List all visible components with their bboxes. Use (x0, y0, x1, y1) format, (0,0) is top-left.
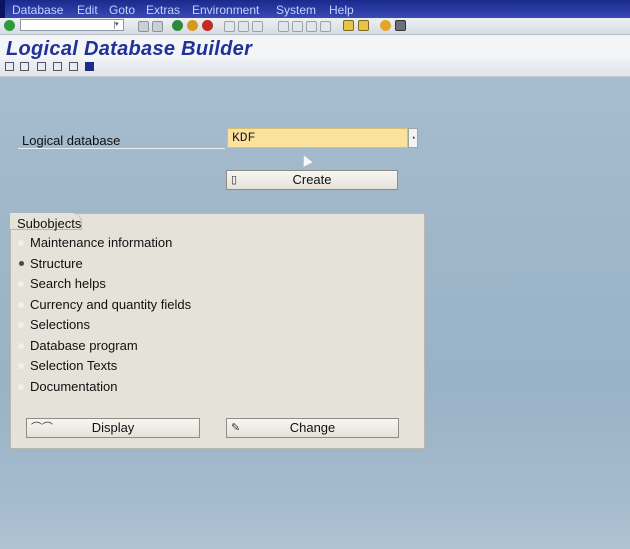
logical-database-input[interactable]: KDF (227, 128, 408, 148)
radio-label: Database program (30, 338, 138, 353)
exit-icon[interactable] (187, 20, 198, 31)
radio-button[interactable] (18, 363, 24, 369)
help-icon[interactable] (380, 20, 391, 31)
command-dropdown-icon[interactable]: ▾ (114, 21, 121, 29)
radio-button[interactable] (18, 281, 24, 287)
print-icon[interactable] (152, 21, 163, 32)
save-icon[interactable] (138, 21, 149, 32)
find-icon[interactable] (224, 21, 235, 32)
radio-label: Documentation (30, 379, 118, 394)
subobjects-title: Subobjects (17, 216, 82, 231)
display-button[interactable]: ⌒⌒ Display (26, 418, 200, 438)
create-button-label: Create (292, 172, 332, 187)
menu-bar: Database Edit Goto Extras Environment Sy… (0, 0, 630, 18)
copy-icon[interactable] (53, 62, 62, 71)
customize-layout-icon[interactable] (395, 20, 406, 31)
cancel-icon[interactable] (202, 20, 213, 31)
radio-button-selected[interactable] (19, 261, 24, 266)
previous-page-icon[interactable] (278, 21, 289, 32)
other-object-icon[interactable] (5, 62, 14, 71)
sap-logo-corner (0, 0, 5, 18)
shortcut-icon[interactable] (358, 20, 369, 31)
radio-button[interactable] (18, 322, 24, 328)
logical-database-label: Logical database (22, 133, 121, 148)
next-page-icon[interactable] (292, 21, 303, 32)
new-document-icon: ▯ (231, 174, 238, 186)
menu-help[interactable]: Help (329, 3, 354, 17)
search-help-icon[interactable]: ◔ (408, 128, 418, 148)
glasses-icon: ⌒⌒ (31, 422, 53, 434)
radio-label: Maintenance information (30, 235, 173, 250)
menu-edit[interactable]: Edit (77, 3, 98, 17)
radio-button[interactable] (18, 240, 24, 246)
background-fade (0, 505, 630, 549)
radio-label: Selection Texts (30, 358, 118, 373)
radio-label: Selections (30, 317, 90, 332)
find-next-icon[interactable] (238, 21, 249, 32)
radio-label: Currency and quantity fields (30, 297, 192, 312)
delete-icon[interactable] (37, 62, 46, 71)
label-underline (18, 148, 225, 149)
command-field[interactable]: ▾ (20, 19, 124, 31)
menu-extras[interactable]: Extras (146, 3, 180, 17)
menu-environment[interactable]: Environment (192, 3, 259, 17)
back-icon[interactable] (172, 20, 183, 31)
new-session-icon[interactable] (343, 20, 354, 31)
radio-label: Structure (30, 256, 83, 271)
menu-database[interactable]: Database (12, 3, 63, 17)
create-button[interactable]: ▯ Create (226, 170, 398, 190)
radio-label: Search helps (30, 276, 106, 291)
radio-button[interactable] (18, 343, 24, 349)
first-page-icon[interactable] (252, 21, 263, 32)
radio-button[interactable] (18, 302, 24, 308)
menu-system[interactable]: System (276, 3, 316, 17)
change-button[interactable]: ✎ Change (226, 418, 399, 438)
info-icon[interactable] (85, 62, 94, 71)
application-toolbar (0, 59, 630, 77)
enter-icon[interactable] (4, 20, 15, 31)
display-button-label: Display (91, 420, 135, 435)
menu-goto[interactable]: Goto (109, 3, 135, 17)
page-title: Logical Database Builder (6, 38, 253, 60)
last-page-icon[interactable] (306, 21, 317, 32)
hierarchy-icon[interactable] (69, 62, 78, 71)
change-button-label: Change (289, 420, 336, 435)
display-change-icon[interactable] (20, 62, 29, 71)
radio-button[interactable] (18, 384, 24, 390)
mouse-cursor-icon (299, 153, 313, 167)
layout-icon[interactable] (320, 21, 331, 32)
pencil-icon: ✎ (231, 422, 241, 434)
